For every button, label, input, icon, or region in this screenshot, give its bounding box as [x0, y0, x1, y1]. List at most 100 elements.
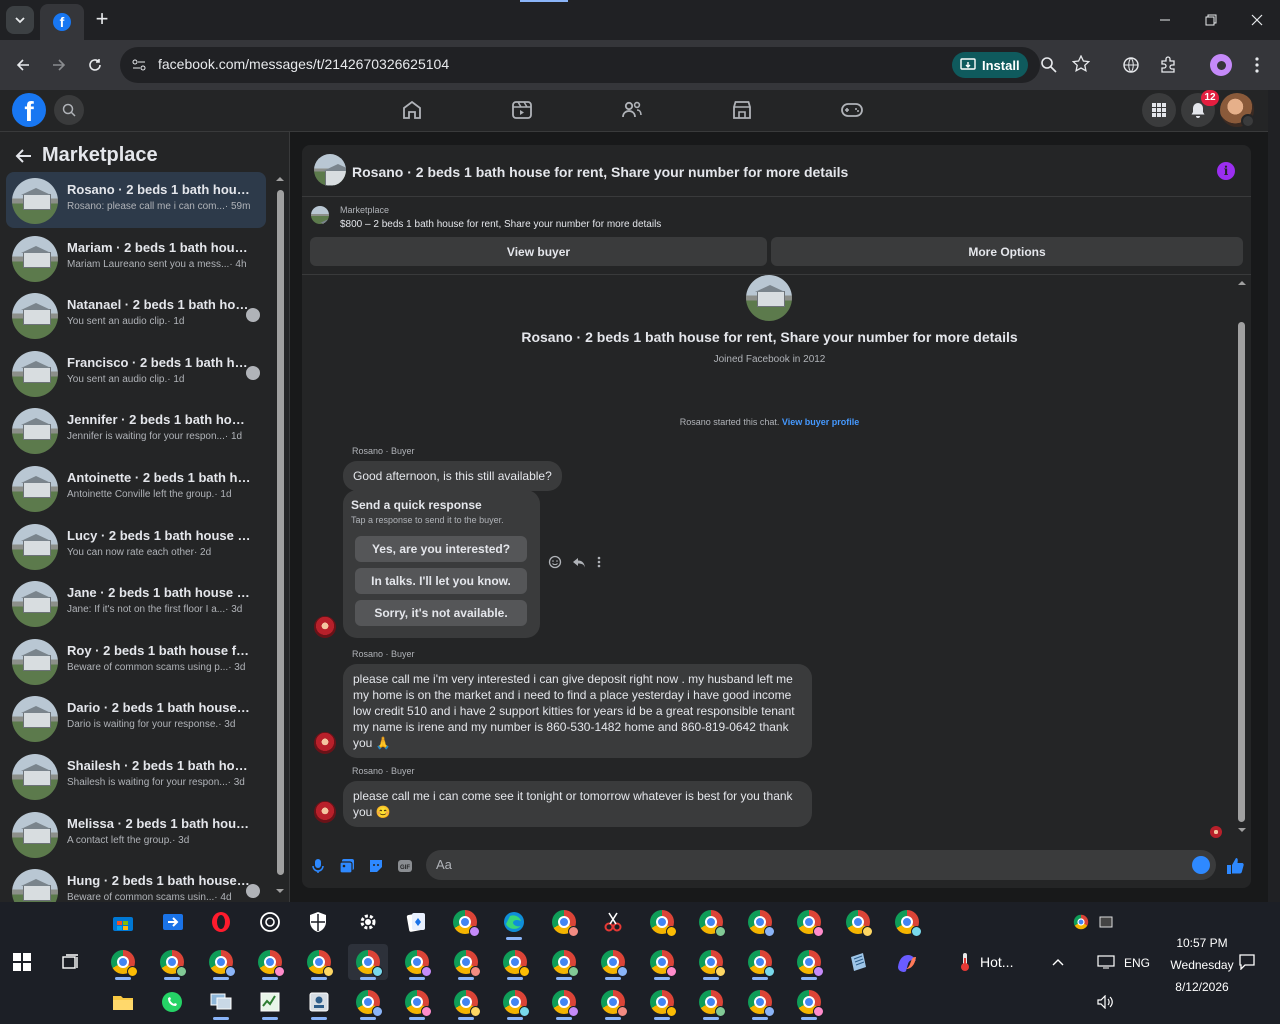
menu-grid-button[interactable]	[1142, 93, 1176, 127]
chrome-icon[interactable]	[348, 944, 388, 980]
chrome-icon[interactable]	[691, 944, 731, 980]
conversation-item[interactable]: Jane · 2 beds 1 bath house for r... Jane:…	[6, 575, 266, 631]
conversation-item[interactable]: Melissa · 2 beds 1 bath house fo... A con…	[6, 806, 266, 862]
scroll-down-icon[interactable]	[1236, 825, 1248, 835]
chrome-icon[interactable]	[348, 984, 388, 1020]
chrome-icon[interactable]	[544, 944, 584, 980]
view-buyer-profile-link[interactable]: View buyer profile	[782, 417, 859, 427]
chrome-icon[interactable]	[446, 984, 486, 1020]
snipping-tool-icon[interactable]	[593, 904, 633, 940]
tab-search-button[interactable]	[6, 6, 34, 34]
chrome-icon[interactable]	[691, 984, 731, 1020]
buyer-avatar[interactable]	[314, 801, 336, 823]
zoom-icon[interactable]	[1040, 56, 1058, 74]
message-bubble-2[interactable]: please call me i'm very interested i can…	[343, 664, 812, 758]
file-explorer-icon[interactable]	[103, 984, 143, 1020]
chrome-icon[interactable]	[642, 944, 682, 980]
photo-icon[interactable]	[338, 857, 356, 875]
facebook-logo[interactable]: f	[12, 93, 46, 127]
scroll-down-icon[interactable]	[274, 886, 286, 896]
conversation-item[interactable]: Lucy · 2 beds 1 bath house for r... You c…	[6, 518, 266, 574]
react-emoji-icon[interactable]	[548, 555, 562, 569]
reply-icon[interactable]	[572, 555, 586, 569]
chrome-icon[interactable]	[397, 944, 437, 980]
message-bubble-1[interactable]: Good afternoon, is this still available?	[343, 461, 562, 491]
volume-icon[interactable]	[1086, 984, 1126, 1020]
buyer-avatar[interactable]	[314, 616, 336, 638]
microsoft-store-icon[interactable]	[103, 904, 143, 940]
chrome-icon[interactable]	[642, 984, 682, 1020]
listing-title[interactable]: $800 – 2 beds 1 bath house for rent, Sha…	[340, 219, 661, 230]
message-bubble-3[interactable]: please call me i can come see it tonight…	[343, 781, 812, 827]
conversation-item[interactable]: Jennifer · 2 beds 1 bath house f... Jenni…	[6, 402, 266, 458]
gaming-icon[interactable]	[840, 98, 864, 122]
conversation-item[interactable]: Francisco · 2 beds 1 bath hou... You sent…	[6, 345, 266, 401]
solitaire-icon[interactable]	[396, 904, 436, 940]
start-button[interactable]	[2, 944, 42, 980]
chat-scroll-thumb[interactable]	[1238, 322, 1245, 822]
weather-widget[interactable]: Hot...	[952, 944, 1042, 980]
chrome-icon[interactable]	[887, 904, 927, 940]
facebook-search-button[interactable]	[54, 95, 84, 125]
chrome-icon[interactable]	[445, 904, 485, 940]
microphone-icon[interactable]	[309, 857, 327, 875]
reload-button[interactable]	[81, 51, 109, 79]
chrome-icon[interactable]	[446, 944, 486, 980]
marketplace-icon[interactable]	[730, 98, 754, 122]
remote-desktop-icon[interactable]	[153, 904, 193, 940]
chat-avatar[interactable]	[314, 154, 346, 186]
whatsapp-icon[interactable]	[152, 984, 192, 1020]
restore-button[interactable]	[1188, 0, 1234, 40]
profile-avatar-icon[interactable]	[1209, 53, 1233, 77]
notification-center-button[interactable]	[1230, 944, 1264, 980]
scroll-up-icon[interactable]	[1236, 278, 1248, 288]
conversation-item[interactable]: Dario · 2 beds 1 bath house for ... Dario…	[6, 690, 266, 746]
sidebar-scrollbar[interactable]	[274, 172, 286, 902]
close-window-button[interactable]	[1234, 0, 1280, 40]
chrome-icon[interactable]	[544, 904, 584, 940]
task-view-button[interactable]	[51, 944, 91, 980]
scroll-up-icon[interactable]	[274, 174, 286, 184]
bookmark-star-icon[interactable]	[1072, 55, 1090, 73]
tray-window-icon[interactable]	[1094, 904, 1118, 940]
chrome-icon[interactable]	[642, 904, 682, 940]
more-actions-icon[interactable]	[596, 555, 602, 569]
quick-response-button[interactable]: In talks. I'll let you know.	[355, 568, 527, 594]
settings-gear-icon[interactable]	[348, 904, 388, 940]
conversation-item[interactable]: Rosano · 2 beds 1 bath house fo... Rosano…	[6, 172, 266, 228]
thumbs-up-icon[interactable]	[1226, 857, 1244, 875]
opera-icon[interactable]	[201, 904, 241, 940]
chrome-icon[interactable]	[201, 944, 241, 980]
chrome-icon[interactable]	[103, 944, 143, 980]
edge-icon[interactable]	[494, 904, 534, 940]
friends-icon[interactable]	[620, 98, 644, 122]
conversation-item[interactable]: Antoinette · 2 beds 1 bath hous... Antoin…	[6, 460, 266, 516]
chat-scrollbar[interactable]	[1236, 278, 1248, 833]
sidebar-scroll-thumb[interactable]	[277, 190, 284, 875]
gif-icon[interactable]: GIF	[396, 857, 414, 875]
chrome-icon[interactable]	[495, 944, 535, 980]
extensions-puzzle-icon[interactable]	[1156, 53, 1180, 77]
new-tab-button[interactable]: +	[90, 8, 114, 32]
info-icon[interactable]: i	[1217, 162, 1235, 180]
translate-extension-icon[interactable]	[1119, 53, 1143, 77]
chrome-icon[interactable]	[250, 944, 290, 980]
chrome-icon[interactable]	[789, 944, 829, 980]
intro-avatar[interactable]	[746, 275, 792, 321]
copilot-icon[interactable]	[887, 944, 927, 980]
chatgpt-icon[interactable]	[250, 904, 290, 940]
chrome-icon[interactable]	[691, 904, 731, 940]
sticker-icon[interactable]	[367, 857, 385, 875]
security-shield-icon[interactable]	[298, 904, 338, 940]
browser-menu-icon[interactable]	[1245, 53, 1269, 77]
chrome-icon[interactable]	[789, 904, 829, 940]
address-bar[interactable]: facebook.com/messages/t/2142670326625104…	[120, 47, 1057, 83]
chrome-icon[interactable]	[152, 944, 192, 980]
network-icon[interactable]	[1086, 944, 1126, 980]
site-settings-icon[interactable]	[130, 56, 148, 74]
chrome-icon[interactable]	[740, 944, 780, 980]
chrome-icon[interactable]	[593, 944, 633, 980]
chrome-icon[interactable]	[544, 984, 584, 1020]
chat-title[interactable]: Rosano · 2 beds 1 bath house for rent, S…	[352, 164, 848, 180]
tray-chrome-icon[interactable]	[1066, 904, 1096, 940]
